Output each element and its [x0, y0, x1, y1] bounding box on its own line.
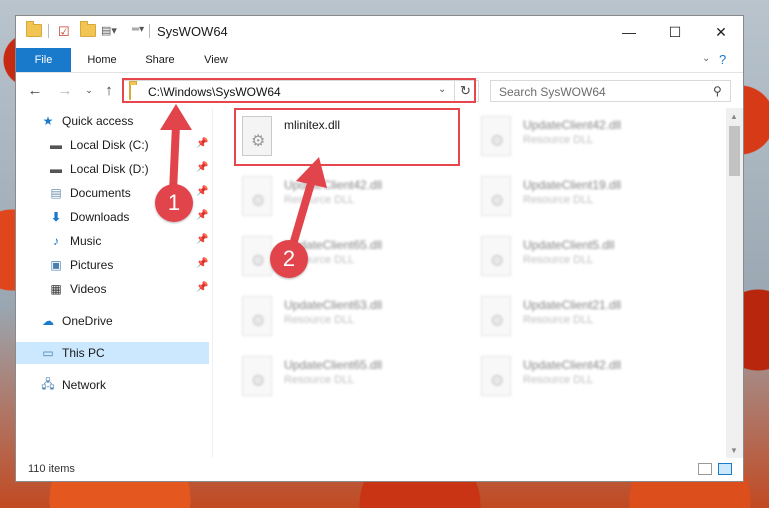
- arrow-1: [169, 121, 180, 196]
- arrow-1-head: [160, 104, 192, 130]
- annotation-arrows: [160, 104, 327, 252]
- arrow-2-head: [296, 157, 327, 188]
- step-badge-1: 1: [155, 184, 193, 222]
- arrow-2: [288, 176, 316, 252]
- step-badge-2: 2: [270, 240, 308, 278]
